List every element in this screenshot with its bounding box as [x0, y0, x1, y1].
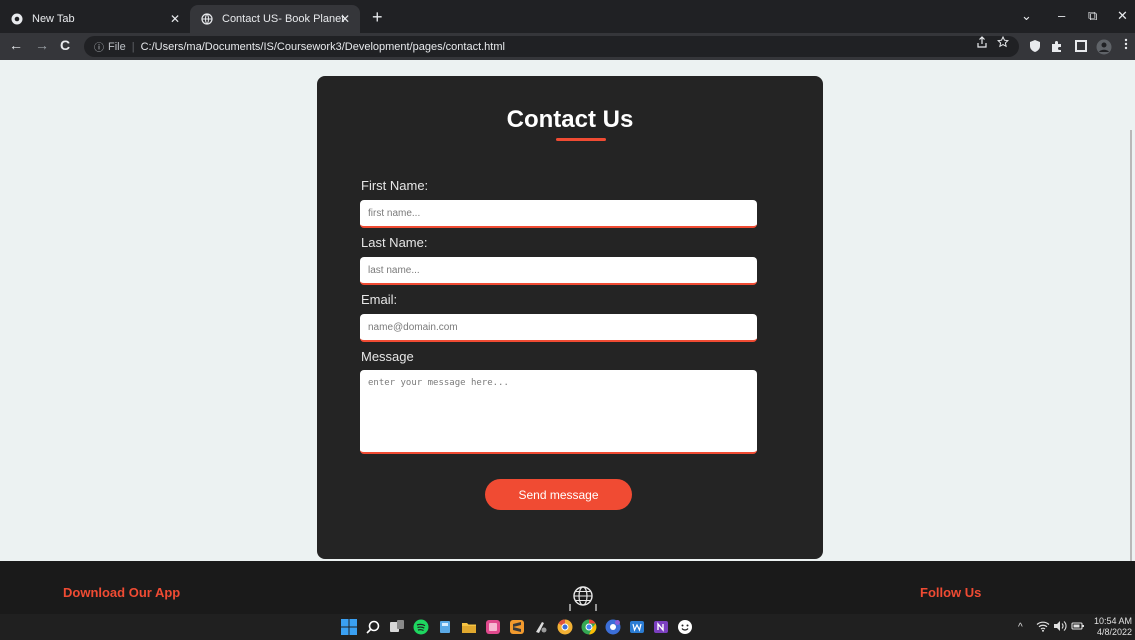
profile-avatar[interactable] — [1096, 39, 1112, 55]
email-label: Email: — [361, 292, 398, 307]
minimize-button[interactable]: – — [1058, 8, 1065, 23]
browser-menu-icon[interactable] — [1124, 38, 1128, 53]
search-icon[interactable] — [365, 619, 381, 635]
tray-chevron-icon[interactable]: ^ — [1018, 622, 1023, 633]
chrome-icon[interactable] — [581, 619, 597, 635]
windows-start-icon[interactable] — [341, 619, 357, 635]
shield-extension-icon[interactable] — [1028, 39, 1042, 53]
clock-time: 10:54 AM — [1094, 616, 1133, 626]
file-explorer-icon[interactable] — [461, 619, 477, 635]
files-icon[interactable] — [437, 619, 453, 635]
send-message-button[interactable]: Send message — [485, 479, 632, 510]
first-name-label: First Name: — [361, 178, 429, 193]
spotify-icon[interactable] — [413, 619, 429, 635]
app-icon[interactable] — [533, 619, 549, 635]
emoji-icon[interactable] — [677, 619, 693, 635]
tab-contact-us[interactable]: Contact US- Book Planet ✕ — [190, 5, 360, 33]
tab-new-tab[interactable]: New Tab ✕ — [0, 5, 190, 33]
wifi-icon[interactable] — [1036, 620, 1050, 635]
follow-us-heading: Follow Us — [920, 585, 982, 600]
scheme-label: File — [108, 40, 126, 53]
reload-button[interactable]: C — [60, 37, 70, 53]
forward-button[interactable]: → — [35, 37, 49, 53]
onenote-icon[interactable] — [653, 619, 669, 635]
globe-icon[interactable] — [567, 583, 599, 618]
app-icon[interactable] — [485, 619, 501, 635]
address-separator: | — [131, 40, 135, 53]
extensions-puzzle-icon[interactable] — [1050, 39, 1064, 53]
page-title: Contact Us — [506, 106, 634, 133]
volume-icon[interactable] — [1053, 620, 1067, 635]
word-icon[interactable] — [629, 619, 645, 635]
tab-title: Contact US- Book Planet — [222, 13, 345, 25]
taskbar-clock[interactable]: 10:54 AM 4/8/2022 — [1094, 616, 1132, 638]
address-bar[interactable]: ⓘ File | C:/Users/ma/Documents/IS/Course… — [84, 36, 1019, 57]
side-panel-icon[interactable] — [1074, 39, 1088, 53]
restore-button[interactable]: ⧉ — [1088, 8, 1097, 24]
contact-form-card: Contact Us First Name: Last Name: Email:… — [317, 76, 823, 559]
email-input[interactable] — [360, 314, 757, 342]
tab-title: New Tab — [32, 13, 75, 25]
close-tab-icon[interactable]: ✕ — [170, 12, 180, 26]
last-name-label: Last Name: — [361, 235, 428, 250]
new-tab-button[interactable]: + — [372, 8, 383, 26]
task-view-icon[interactable] — [389, 619, 405, 635]
message-textarea[interactable] — [360, 370, 757, 454]
title-underline — [556, 138, 606, 141]
chrome-beta-icon[interactable] — [605, 619, 621, 635]
bookmark-star-icon[interactable] — [996, 35, 1010, 51]
last-name-input[interactable] — [360, 257, 757, 285]
page-footer: Download Our App Follow Us — [0, 561, 1135, 614]
tab-search-chevron-icon[interactable]: ⌄ — [1021, 8, 1032, 24]
back-button[interactable]: ← — [9, 37, 23, 53]
browser-toolbar: ← → C ⓘ File | C:/Users/ma/Documents/IS/… — [0, 33, 1135, 60]
url-text[interactable]: C:/Users/ma/Documents/IS/Coursework3/Dev… — [141, 41, 505, 53]
windows-taskbar: ^ 10:54 AM 4/8/2022 — [0, 614, 1135, 640]
page-scrollbar[interactable] — [1130, 130, 1132, 590]
info-icon[interactable]: ⓘ — [94, 39, 104, 54]
sublime-icon[interactable] — [509, 619, 525, 635]
share-icon[interactable] — [976, 36, 988, 51]
message-label: Message — [361, 349, 414, 364]
close-window-button[interactable]: ✕ — [1117, 8, 1128, 24]
close-tab-icon[interactable]: ✕ — [340, 12, 350, 26]
battery-icon[interactable] — [1071, 620, 1085, 635]
chrome-icon — [10, 12, 24, 26]
first-name-input[interactable] — [360, 200, 757, 228]
globe-favicon-icon — [200, 12, 214, 26]
chrome-canary-icon[interactable] — [557, 619, 573, 635]
clock-date: 4/8/2022 — [1096, 627, 1133, 637]
browser-tab-strip: New Tab ✕ Contact US- Book Planet ✕ + ⌄ … — [0, 0, 1135, 33]
download-app-heading: Download Our App — [63, 585, 181, 600]
